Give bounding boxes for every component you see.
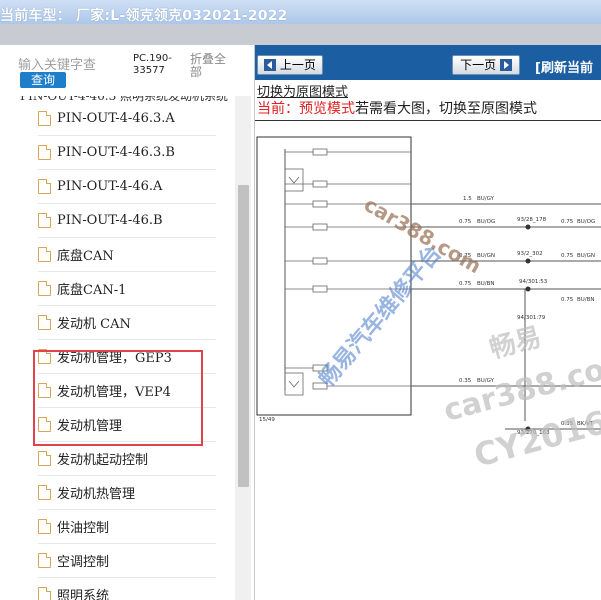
tree-item[interactable]: PIN-OUT-4-46.3.B — [38, 136, 216, 170]
mode-status-hint: 若需看大图，切换至原图模式 — [355, 101, 537, 117]
current-vehicle-title: 当前车型： 厂家:L-领克领克032021-2022 — [0, 8, 288, 24]
left-panel: 查询 PC.190-33577 折叠全部 PIN-OUT-4-46.3 照明系统… — [0, 45, 255, 600]
tree-item[interactable]: 发动机起动控制 — [38, 442, 216, 476]
tree-item[interactable]: 发动机管理，GEP3 — [38, 340, 216, 374]
wire-color-label: BU/BN — [477, 281, 495, 287]
refresh-current-link[interactable]: [刷新当前 — [535, 57, 593, 76]
connector-label: 93/270_163 — [517, 430, 550, 436]
wiring-diagram-svg: 1.5 BU/GY 0.75 BU/OG 93/28_178 0.75 BU/O… — [256, 136, 601, 436]
prev-page-label: 上一页 — [279, 58, 316, 72]
wire-gauge-label: 1.5 — [463, 196, 472, 202]
tree-item[interactable]: 发动机管理 — [38, 408, 216, 442]
tree-item[interactable]: 发动机 CAN — [38, 306, 216, 340]
wire-color-label: BK/VT — [577, 421, 594, 427]
document-icon — [38, 519, 51, 534]
page-number-label: 15/49 — [259, 417, 275, 423]
tree-item[interactable]: 空调控制 — [38, 544, 216, 578]
app-header: 当前车型： 厂家:L-领克领克032021-2022 — [0, 0, 601, 45]
connector-label: 94/301:53 — [519, 279, 548, 285]
wire-color-label: BU/OG — [477, 219, 495, 225]
wire-gauge-label: 0.75 — [561, 219, 574, 225]
tree-item[interactable]: 底盘CAN — [38, 238, 216, 272]
wire-gauge-label: 0.75 — [459, 281, 472, 287]
connector-label: 93/2_302 — [517, 251, 543, 257]
document-icon — [38, 485, 51, 500]
document-icon — [38, 111, 51, 126]
arrow-left-icon — [264, 59, 277, 71]
document-icon — [38, 587, 51, 600]
document-icon — [38, 451, 51, 466]
mode-status-current: 当前：预览模式 — [257, 101, 355, 117]
wiring-diagram[interactable]: 1.5 BU/GY 0.75 BU/OG 93/28_178 0.75 BU/O… — [255, 120, 601, 600]
connector-label: 94/301:79 — [517, 315, 546, 321]
document-icon — [38, 553, 51, 568]
wire-gauge-label: 0.75 — [459, 219, 472, 225]
tree-item[interactable]: 底盘CAN-1 — [38, 272, 216, 306]
tree-list: PIN-OUT-4-46.3 照明系统发动机系统 PIN-OUT-4-46.3.… — [0, 96, 235, 600]
tree-item[interactable]: PIN-OUT-4-46.A — [38, 170, 216, 204]
tree-item[interactable]: PIN-OUT-4-46.3.A — [38, 102, 216, 136]
search-button[interactable]: 查询 — [20, 72, 66, 88]
document-icon — [38, 417, 51, 432]
next-page-label: 下一页 — [460, 58, 497, 72]
viewer-panel: 上一页 下一页 [刷新当前 切换为原图模式 当前：预览模式若需看大图，切换至原图… — [255, 45, 601, 600]
wire-color-label: BU/BN — [577, 297, 595, 303]
tree-item[interactable]: 发动机管理，VEP4 — [38, 374, 216, 408]
document-icon — [38, 383, 51, 398]
mode-status: 当前：预览模式若需看大图，切换至原图模式 — [257, 98, 537, 118]
fold-all-button[interactable]: 折叠全部 — [190, 53, 230, 79]
document-icon — [38, 145, 51, 160]
wire-color-label: BU/GY — [477, 378, 495, 384]
wire-gauge-label: 0.35 — [561, 421, 574, 427]
viewer-toolbar: 上一页 下一页 [刷新当前 — [255, 45, 601, 80]
document-icon — [38, 349, 51, 364]
wire-gauge-label: 0.75 — [561, 253, 574, 259]
pc-label: PC.190-33577 — [133, 53, 172, 76]
wire-color-label: BU/GY — [477, 196, 495, 202]
document-icon — [38, 281, 51, 296]
document-icon — [38, 247, 51, 262]
header-strip — [0, 24, 601, 45]
tree-item[interactable]: PIN-OUT-4-46.B — [38, 204, 216, 238]
refresh-label: 刷新当前 — [540, 61, 593, 76]
wire-gauge-label: 0.75 — [459, 253, 472, 259]
scrollbar-thumb[interactable] — [238, 185, 249, 487]
document-icon — [38, 213, 51, 228]
document-icon — [38, 315, 51, 330]
tree-item[interactable]: 照明系统 — [38, 578, 216, 600]
tree-item[interactable]: 供油控制 — [38, 510, 216, 544]
next-page-button[interactable]: 下一页 — [452, 55, 520, 75]
prev-page-button[interactable]: 上一页 — [257, 55, 323, 75]
document-icon — [38, 179, 51, 194]
connector-label: 93/28_178 — [517, 217, 547, 223]
arrow-right-icon — [499, 59, 512, 71]
wire-color-label: BU/OG — [577, 219, 595, 225]
wire-gauge-label: 0.35 — [459, 378, 472, 384]
wire-gauge-label: 0.75 — [561, 297, 574, 303]
tree-item[interactable]: 发动机热管理 — [38, 476, 216, 510]
wire-color-label: BU/GN — [577, 253, 595, 259]
wire-color-label: BU/GN — [477, 253, 495, 259]
